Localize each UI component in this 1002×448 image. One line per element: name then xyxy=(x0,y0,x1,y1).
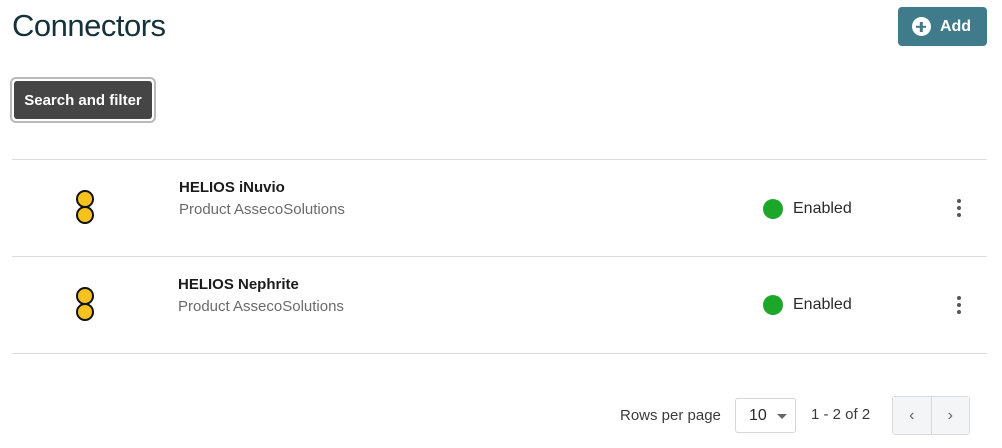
status-indicator-icon xyxy=(763,199,783,219)
pagination-controls: ‹ › xyxy=(892,396,970,435)
add-button[interactable]: Add xyxy=(898,7,987,46)
more-options-icon[interactable] xyxy=(951,293,967,317)
next-page-button[interactable]: › xyxy=(930,397,969,434)
add-button-label: Add xyxy=(939,17,972,35)
status-label: Enabled xyxy=(793,296,852,313)
rows-per-page-label: Rows per page xyxy=(620,407,721,424)
connector-name: HELIOS Nephrite xyxy=(178,276,299,293)
connector-product: Product AssecoSolutions xyxy=(178,298,344,315)
helios-logo-icon xyxy=(76,190,94,224)
rows-per-page-value: 10 xyxy=(749,407,767,424)
helios-logo-icon xyxy=(76,287,94,321)
connector-name: HELIOS iNuvio xyxy=(179,179,285,196)
previous-page-button[interactable]: ‹ xyxy=(893,397,931,434)
status-indicator-icon xyxy=(763,295,783,315)
status-label: Enabled xyxy=(793,200,852,217)
more-options-icon[interactable] xyxy=(951,196,967,220)
connector-row[interactable]: HELIOS Nephrite Product AssecoSolutions … xyxy=(12,257,987,353)
page-title: Connectors xyxy=(12,8,166,43)
divider xyxy=(12,353,987,354)
search-filter-label: Search and filter xyxy=(14,81,152,119)
plus-circle-icon xyxy=(911,17,931,36)
search-filter-button[interactable]: Search and filter xyxy=(10,77,156,123)
connector-row[interactable]: HELIOS iNuvio Product AssecoSolutions En… xyxy=(12,160,987,256)
connector-product: Product AssecoSolutions xyxy=(179,201,345,218)
rows-per-page-select[interactable]: 10 xyxy=(735,398,796,433)
pagination-range: 1 - 2 of 2 xyxy=(811,406,871,423)
caret-down-icon xyxy=(777,414,787,419)
